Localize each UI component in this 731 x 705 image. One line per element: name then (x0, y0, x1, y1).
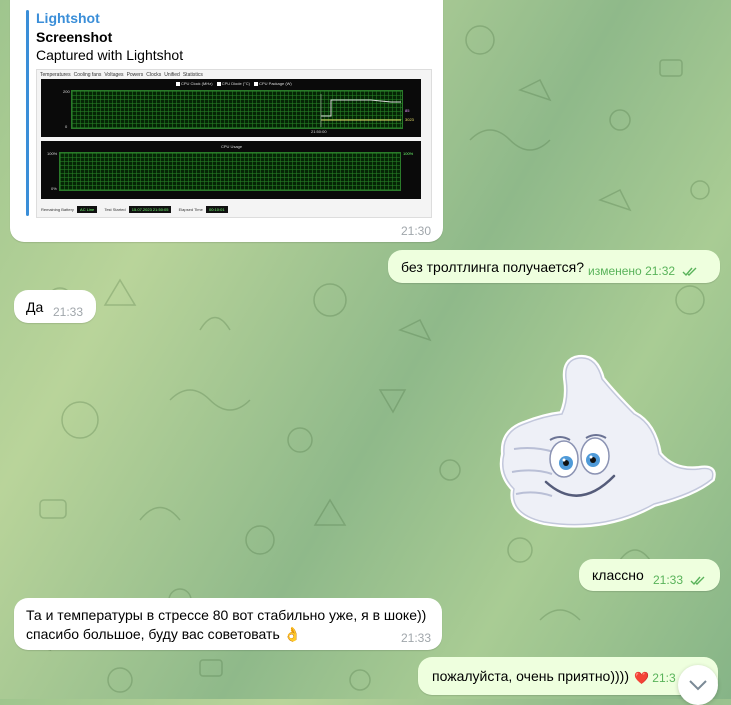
message-link-preview[interactable]: Lightshot Screenshot Captured with Light… (10, 0, 443, 242)
message-text: классно (592, 567, 644, 583)
message-time: 21:30 (401, 224, 432, 238)
preview-top-chart: CPU Clock (MHz) CPU Diode (°C) CPU Packa… (41, 79, 421, 137)
message-outgoing[interactable]: классно 21:33 (579, 559, 720, 591)
message-incoming[interactable]: Та и температуры в стрессе 80 вот стабил… (14, 598, 442, 650)
link-preview-site[interactable]: Lightshot (36, 10, 100, 26)
preview-status-bar: Remaining Battery AC Line Test Started 1… (41, 206, 234, 213)
thumbs-up-ghost-sticker[interactable] (494, 354, 716, 532)
message-time: изменено 21:32 (588, 264, 698, 278)
message-time-value: 21:33 (653, 573, 684, 587)
message-outgoing[interactable]: пожалуйста, очень приятно)))) ❤️ 21:3 (418, 657, 718, 695)
double-check-icon (682, 267, 697, 277)
message-text: без тролтлинга получается? (401, 259, 585, 275)
preview-usage-chart: CPU Usage 100% 0% 100% (41, 141, 421, 199)
ok-hand-emoji: 👌 (283, 626, 302, 642)
message-text: пожалуйста, очень приятно)))) (432, 668, 629, 684)
link-preview-image[interactable]: Temperatures Cooling fans Voltages Powers Cl… (36, 69, 432, 218)
edited-label: изменено (588, 264, 642, 278)
chevron-down-icon (689, 680, 707, 691)
message-text-line-2: спасибо большое, буду вас советовать 👌 (26, 626, 302, 642)
link-preview-description: Captured with Lightshot (36, 47, 184, 63)
link-preview-title: Screenshot (36, 29, 113, 45)
scroll-down-button[interactable] (678, 665, 718, 705)
message-incoming[interactable]: Да 21:33 (14, 290, 96, 323)
message-time-value: 21:3 (652, 671, 676, 685)
heart-reaction-icon[interactable]: ❤️ (634, 671, 649, 685)
message-time: 21:33 (53, 305, 84, 319)
message-time: ❤️ 21:3 (634, 671, 676, 685)
message-time: 21:33 (653, 573, 706, 587)
preview-tabs: Temperatures Cooling fans Voltages Powers Cl… (40, 72, 203, 78)
link-preview-accent-bar (26, 10, 29, 216)
message-time-value: 21:32 (645, 264, 676, 278)
double-check-icon (690, 576, 705, 586)
message-text: Да (26, 299, 44, 315)
message-text-line-1: Та и температуры в стрессе 80 вот стабил… (26, 607, 427, 623)
message-outgoing[interactable]: без тролтлинга получается? изменено 21:3… (388, 250, 720, 283)
message-time: 21:33 (401, 631, 432, 645)
